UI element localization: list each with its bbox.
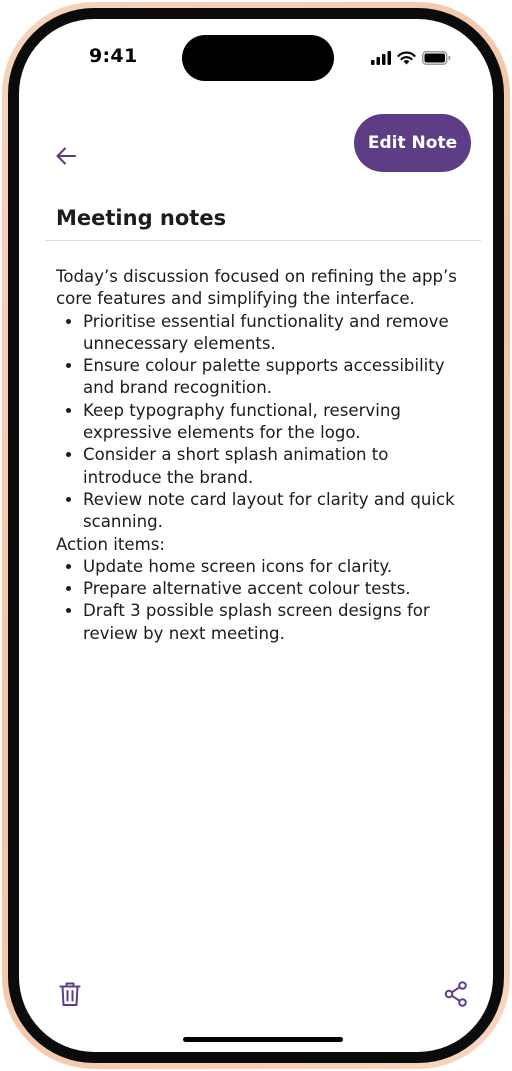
list-item: Draft 3 possible splash screen designs f… [83,600,468,645]
note-title: Meeting notes [56,206,227,230]
list-item: Review note card layout for clarity and … [83,489,468,534]
status-time: 9:41 [89,45,138,67]
discussion-list: Prioritise essential functionality and r… [56,311,468,534]
dynamic-island [182,35,334,81]
list-item: Consider a short splash animation to int… [83,444,468,489]
wifi-icon [397,50,416,69]
screen: 9:41 Edit Note Meeting notes Today’s dis… [19,19,493,1052]
status-icons [371,50,451,69]
delete-button[interactable] [57,982,83,1010]
note-body: Today’s discussion focused on refining t… [56,266,468,645]
title-divider [45,240,481,241]
list-item: Ensure colour palette supports accessibi… [83,355,468,400]
list-item: Prioritise essential functionality and r… [83,311,468,356]
list-item: Keep typography functional, reserving ex… [83,400,468,445]
list-item: Prepare alternative accent colour tests. [83,578,468,600]
action-items-list: Update home screen icons for clarity. Pr… [56,556,468,645]
back-button[interactable] [53,145,79,171]
share-button[interactable] [443,981,469,1011]
phone-bezel: 9:41 Edit Note Meeting notes Today’s dis… [8,8,504,1063]
trash-icon [59,981,81,1011]
arrow-left-icon [55,146,77,170]
phone-frame: 9:41 Edit Note Meeting notes Today’s dis… [2,2,510,1069]
list-item: Update home screen icons for clarity. [83,556,468,578]
action-items-heading: Action items: [56,534,165,554]
battery-icon [422,50,451,69]
note-intro: Today’s discussion focused on refining t… [56,267,457,309]
edit-note-button[interactable]: Edit Note [354,114,471,172]
cellular-signal-icon [371,50,391,69]
home-indicator[interactable] [183,1037,343,1042]
share-icon [444,981,468,1011]
